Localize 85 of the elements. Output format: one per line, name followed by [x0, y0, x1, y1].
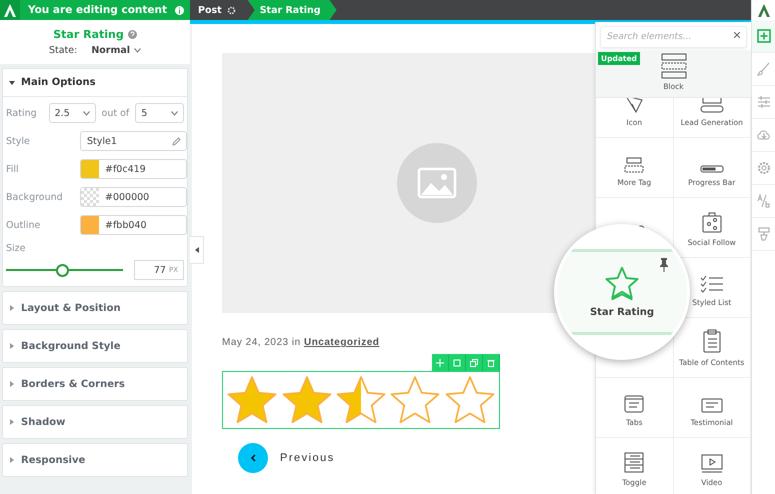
pin-icon: [659, 258, 669, 272]
settings-icon: [226, 6, 236, 14]
settings-section[interactable]: Layout & Position: [2, 291, 188, 325]
transparent-swatch[interactable]: [81, 188, 99, 206]
ab-split-icon: [756, 194, 770, 208]
sliders-icon: [756, 95, 770, 109]
logo-icon: [758, 4, 770, 16]
brush-icon: [756, 62, 770, 76]
progress-bar-icon: [700, 165, 724, 173]
chevron-down-icon: [171, 110, 178, 116]
star-icon: [282, 376, 332, 424]
star-icon: [444, 376, 495, 424]
info-icon: [175, 6, 184, 14]
logo-icon: [4, 4, 16, 16]
collapse-handle[interactable]: [190, 236, 204, 264]
toggle-list-icon: [624, 452, 644, 473]
copy-icon: [470, 358, 478, 366]
video-icon: [700, 454, 723, 473]
logo[interactable]: [0, 0, 20, 20]
share-case-icon: [702, 212, 722, 233]
state-dropdown[interactable]: Normal: [91, 45, 142, 56]
save-icon: [453, 358, 461, 366]
out-of-label: out of: [102, 108, 130, 118]
search-field[interactable]: Search elements...: [600, 26, 747, 48]
caret-down-icon: [9, 80, 15, 86]
pencil-icon: [172, 136, 181, 146]
chevron-down-icon: [82, 110, 90, 116]
move-icon: [436, 358, 444, 366]
settings-section[interactable]: Shadow: [2, 405, 188, 439]
block-icon: [660, 53, 688, 79]
magnified-label: Star Rating: [590, 306, 654, 318]
chevron-left-icon: [250, 454, 256, 462]
color-swatch[interactable]: [81, 160, 99, 178]
style-label: Style: [6, 136, 31, 146]
dashed-rows-icon: [624, 157, 644, 173]
star-outline-icon: [605, 266, 639, 300]
cursor-icon: [625, 98, 644, 113]
close-icon: [734, 32, 740, 38]
star-rating-widget[interactable]: [222, 371, 500, 429]
form-icon: [700, 98, 724, 113]
help-icon: [128, 30, 137, 39]
style-field[interactable]: Style1: [80, 131, 187, 151]
caret-right-icon: [9, 381, 15, 387]
caret-right-icon: [9, 419, 15, 425]
quote-card-icon: [700, 398, 723, 413]
size-label: Size: [6, 243, 27, 254]
color-label: Background: [6, 192, 64, 202]
format-paint-icon: [756, 227, 770, 241]
caret-right-icon: [9, 343, 15, 349]
color-field[interactable]: #000000: [80, 187, 187, 207]
star-icon: [390, 376, 440, 424]
settings-icon: [756, 161, 770, 175]
settings-section[interactable]: Background Style: [2, 329, 188, 363]
settings-section[interactable]: Borders & Corners: [2, 367, 188, 401]
delete-icon: [487, 358, 495, 366]
caret-right-icon: [9, 457, 15, 463]
color-label: Fill: [6, 164, 20, 174]
element-title: Star Rating: [53, 28, 124, 41]
rating-select[interactable]: 2.5: [48, 103, 96, 123]
caret-right-icon: [9, 305, 15, 311]
out-of-select[interactable]: 5: [135, 103, 184, 123]
previous-button[interactable]: [238, 443, 268, 473]
slider-thumb[interactable]: [56, 264, 70, 276]
plus-icon: [756, 29, 770, 43]
main-options-header[interactable]: Main Options: [3, 69, 187, 97]
rating-label: Rating: [6, 108, 37, 118]
cloud-download-icon: [756, 128, 770, 142]
state-label: State:: [48, 45, 78, 56]
star-icon: [227, 376, 278, 424]
clipboard-list-icon: [702, 329, 721, 353]
color-field[interactable]: #fbb040: [80, 215, 187, 235]
color-field[interactable]: #f0c419: [80, 159, 187, 179]
color-swatch[interactable]: [81, 216, 99, 234]
checklist-icon: [700, 275, 724, 293]
banner-title: You are editing content: [26, 4, 168, 16]
previous-link[interactable]: Previous: [280, 452, 335, 464]
color-label: Outline: [6, 220, 42, 230]
star-icon: [336, 376, 386, 424]
settings-section[interactable]: Responsive: [2, 443, 188, 477]
chevron-down-icon: [134, 48, 142, 53]
image-icon: [397, 143, 477, 223]
category-link[interactable]: Uncategorized: [304, 337, 380, 348]
tabs-icon: [624, 395, 644, 413]
breadcrumb-item[interactable]: Post: [190, 0, 248, 20]
caret-left-icon: [194, 247, 198, 253]
